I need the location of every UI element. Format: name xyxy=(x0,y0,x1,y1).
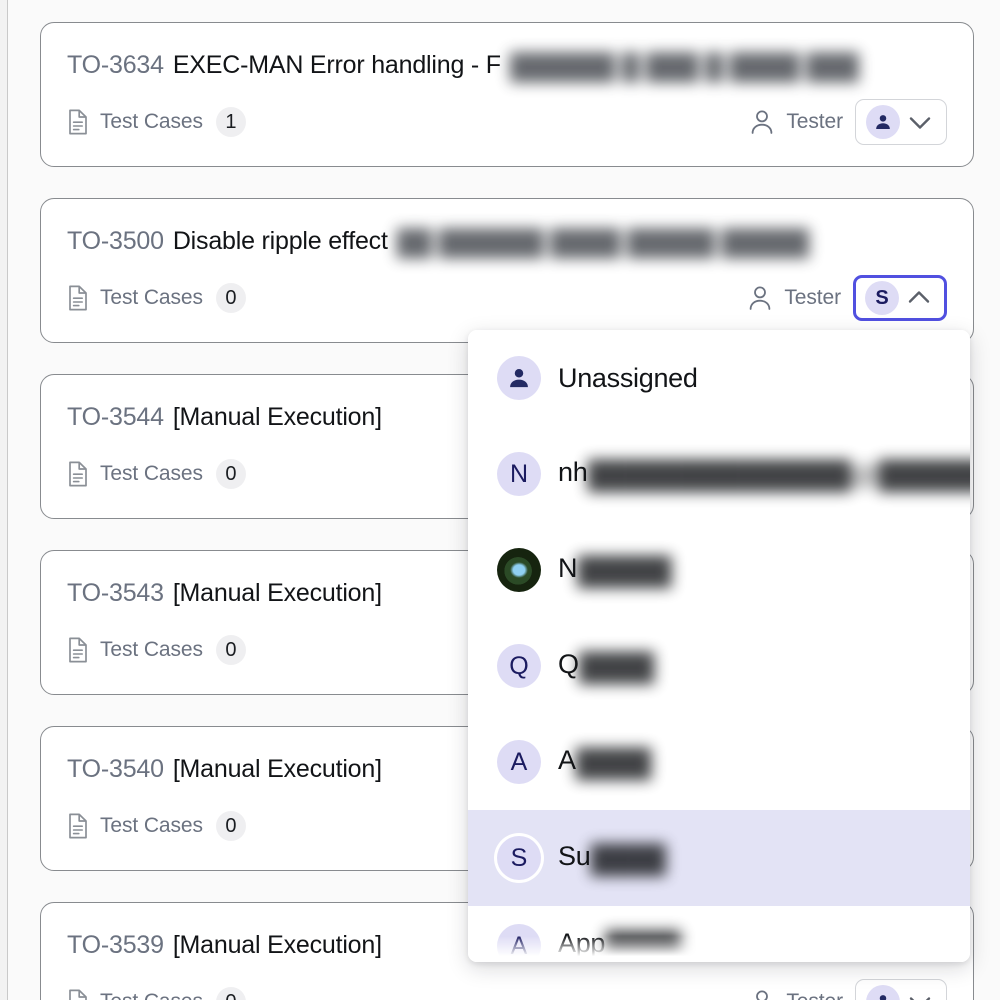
tester-select-button[interactable] xyxy=(855,99,947,145)
issue-key[interactable]: TO-3539 xyxy=(67,931,164,959)
option-label: App████ xyxy=(558,928,681,961)
issue-list-screen: TO-3634 EXEC-MAN Error handling - F ██████… xyxy=(0,0,1000,1000)
redacted-summary: ██████ █ ███ █ ████ ███ xyxy=(509,53,859,81)
test-cases-meta: Test Cases 0 xyxy=(67,811,246,841)
issue-summary: [Manual Execution] xyxy=(172,579,382,607)
issue-summary: EXEC-MAN Error handling - F xyxy=(172,51,501,79)
option-avatar: A xyxy=(497,924,541,962)
issue-title: TO-3543 [Manual Execution] xyxy=(67,578,382,608)
document-icon xyxy=(69,637,87,663)
option-avatar: Q xyxy=(497,644,541,688)
option-label: nh██████████████@██████.███ xyxy=(558,457,970,491)
issue-summary: [Manual Execution] xyxy=(172,403,382,431)
option-avatar-photo xyxy=(497,548,541,592)
redacted-name: █████ xyxy=(577,556,672,586)
document-icon xyxy=(69,109,87,135)
option-avatar: A xyxy=(497,740,541,784)
tester-dropdown-menu[interactable]: UnassignedNnh██████████████@██████.███N█… xyxy=(468,330,970,962)
tester-label: Tester xyxy=(786,990,843,1000)
tester-control: Tester S xyxy=(748,275,947,321)
option-avatar: S xyxy=(497,836,541,880)
option-label: Q████ xyxy=(558,649,655,682)
test-cases-label: Test Cases xyxy=(100,110,203,133)
test-cases-meta: Test Cases 0 xyxy=(67,635,246,665)
issue-key[interactable]: TO-3540 xyxy=(67,755,164,783)
person-filled-icon xyxy=(879,995,887,1000)
issue-key[interactable]: TO-3543 xyxy=(67,579,164,607)
tester-label: Tester xyxy=(784,286,841,309)
issue-card[interactable]: TO-3634 EXEC-MAN Error handling - F ██████… xyxy=(40,22,974,167)
issue-key[interactable]: TO-3544 xyxy=(67,403,164,431)
test-cases-meta: Test Cases 0 xyxy=(67,283,246,313)
tester-option[interactable]: A A████ xyxy=(468,714,970,810)
redacted-name: ████ xyxy=(578,652,655,682)
redacted-summary: ██ ██████ ████ █████ █████ xyxy=(396,229,809,257)
tester-option[interactable]: Q Q████ xyxy=(468,618,970,714)
document-icon xyxy=(69,813,87,839)
panel-divider xyxy=(7,0,8,1000)
test-cases-count: 0 xyxy=(215,987,246,1000)
person-filled-icon xyxy=(510,369,528,388)
issue-title: TO-3634 EXEC-MAN Error handling - F ██████… xyxy=(67,50,859,82)
chevron-down-icon[interactable] xyxy=(906,988,934,1000)
test-cases-count: 1 xyxy=(215,107,246,137)
tester-control: Tester xyxy=(750,979,947,1000)
redacted-name: ████ xyxy=(605,931,681,961)
tester-option[interactable]: A App████ xyxy=(468,906,970,962)
test-cases-meta: Test Cases 1 xyxy=(67,107,246,137)
tester-option[interactable]: Unassigned xyxy=(468,330,970,426)
test-cases-meta: Test Cases 0 xyxy=(67,987,246,1000)
option-label: A████ xyxy=(558,745,652,778)
option-avatar xyxy=(497,356,541,400)
tester-avatar: S xyxy=(865,281,899,315)
test-cases-label: Test Cases xyxy=(100,990,203,1000)
chevron-down-icon[interactable] xyxy=(906,108,934,136)
person-outline-icon xyxy=(752,110,773,134)
tester-option[interactable]: N█████ xyxy=(468,522,970,618)
test-cases-label: Test Cases xyxy=(100,462,203,485)
tester-avatar xyxy=(866,105,900,139)
tester-select-button[interactable] xyxy=(855,979,947,1000)
issue-card[interactable]: TO-3500 Disable ripple effect ██ ██████ ██… xyxy=(40,198,974,343)
issue-title: TO-3500 Disable ripple effect ██ ██████ ██… xyxy=(67,226,809,258)
redacted-name: ████ xyxy=(575,748,652,778)
test-cases-count: 0 xyxy=(215,459,246,489)
redacted-name: ██████████████@██████.███ xyxy=(587,460,970,490)
issue-summary: [Manual Execution] xyxy=(172,755,382,783)
tester-option[interactable]: Nnh██████████████@██████.███ xyxy=(468,426,970,522)
issue-title: TO-3540 [Manual Execution] xyxy=(67,754,382,784)
option-avatar: N xyxy=(497,452,541,496)
document-icon xyxy=(69,989,87,1000)
tester-control: Tester xyxy=(750,99,947,145)
option-label: Unassigned xyxy=(558,362,698,393)
panel-left-gutter xyxy=(0,0,7,1000)
issue-title: TO-3544 [Manual Execution] xyxy=(67,402,382,432)
option-label: N█████ xyxy=(558,553,672,586)
issue-key[interactable]: TO-3500 xyxy=(67,227,164,255)
test-cases-count: 0 xyxy=(215,283,246,313)
issue-key[interactable]: TO-3634 xyxy=(67,51,164,79)
test-cases-count: 0 xyxy=(215,811,246,841)
tester-select-button[interactable]: S xyxy=(853,275,947,321)
person-filled-icon xyxy=(876,115,890,129)
document-icon xyxy=(69,461,87,487)
document-icon xyxy=(69,285,87,311)
issue-summary: Disable ripple effect xyxy=(172,227,388,255)
test-cases-label: Test Cases xyxy=(100,814,203,837)
redacted-name: ████ xyxy=(590,844,666,874)
tester-avatar xyxy=(866,985,900,1000)
chevron-up-icon[interactable] xyxy=(905,284,933,312)
issue-summary: [Manual Execution] xyxy=(172,931,382,959)
tester-option[interactable]: S Su████ xyxy=(468,810,970,906)
tester-label: Tester xyxy=(786,110,843,133)
person-outline-icon xyxy=(756,990,769,1000)
person-outline-icon xyxy=(750,286,771,310)
test-cases-meta: Test Cases 0 xyxy=(67,459,246,489)
issue-title: TO-3539 [Manual Execution] xyxy=(67,930,382,960)
option-label: Su████ xyxy=(558,841,666,874)
test-cases-label: Test Cases xyxy=(100,286,203,309)
test-cases-count: 0 xyxy=(215,635,246,665)
test-cases-label: Test Cases xyxy=(100,638,203,661)
